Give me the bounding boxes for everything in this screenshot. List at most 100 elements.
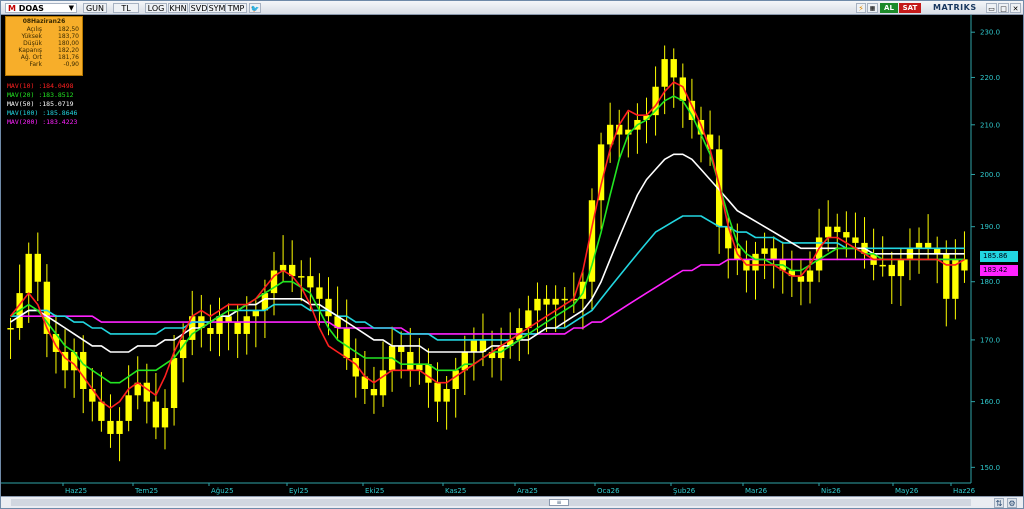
info-value: 180,00	[58, 40, 79, 47]
price-chart[interactable]: 150.0 160.0 170.0 180.0 190.0 200.0 210.0 220.0…	[1, 15, 1023, 496]
candle-body	[234, 322, 241, 334]
chart-window: M DOAS ▼ GUN TL LOG KHN SVD SYM TMP 🐦 ⚡ …	[0, 0, 1024, 509]
candle-body	[261, 293, 269, 311]
twitter-icon[interactable]: 🐦	[249, 3, 261, 13]
candle-body	[34, 253, 41, 282]
info-value: 182,50	[58, 26, 79, 33]
candle-body	[243, 316, 250, 334]
legend-name: MAV(10)	[7, 82, 35, 90]
candle-body	[298, 276, 305, 278]
x-tick-label: Oca26	[597, 487, 620, 495]
ohlc-info-box: 08Haziran26 Açılış 182,50 Yüksek 183,70 Dü…	[5, 16, 83, 76]
candle-body	[725, 226, 732, 249]
candle-body	[116, 420, 123, 434]
info-value: 182,20	[58, 47, 79, 54]
x-tick-label: Tem25	[134, 487, 158, 495]
minimize-icon[interactable]: ▭	[986, 3, 997, 13]
y-tick-label: 150.0	[980, 464, 1000, 472]
x-tick-label: Ağu25	[211, 487, 234, 495]
period-button[interactable]: GUN	[83, 3, 107, 13]
candle-body	[216, 316, 223, 334]
candle-body	[461, 351, 468, 371]
legend-mav50[interactable]: MAV(50) :185.0719	[7, 100, 77, 109]
info-value: -0,90	[63, 61, 79, 68]
candle-body	[407, 351, 414, 371]
x-tick-label: Ara25	[517, 487, 538, 495]
currency-button[interactable]: TL	[113, 3, 139, 13]
y-tick-label: 230.0	[980, 29, 1000, 37]
candle-body	[125, 395, 132, 421]
svd-button[interactable]: SVD	[189, 3, 209, 13]
candle-body	[307, 276, 314, 288]
candle-body	[552, 298, 559, 305]
candle-body	[806, 270, 814, 282]
brand-logo: MATRIKS	[933, 3, 977, 12]
close-icon[interactable]: ✕	[1010, 3, 1021, 13]
x-tick-label: Haz25	[65, 487, 87, 495]
legend-mav20[interactable]: MAV(20) :183.8512	[7, 91, 77, 100]
candle-body	[325, 298, 332, 317]
candle-body	[670, 59, 677, 78]
candle-body	[343, 328, 350, 359]
candle-body	[452, 370, 459, 389]
buy-signal-button[interactable]: AL	[880, 3, 898, 13]
y-tick-label: 220.0	[980, 74, 1000, 82]
info-value: 181,76	[58, 54, 79, 61]
x-tick-label: May26	[895, 487, 919, 495]
info-label: Ağ. Ort	[20, 54, 42, 61]
candle-body	[525, 310, 532, 329]
candle-body	[416, 364, 423, 371]
candle-body	[661, 59, 668, 87]
settings-icon[interactable]: ⚙	[1007, 498, 1017, 508]
candle-body	[897, 259, 905, 277]
candle-body	[143, 382, 150, 402]
info-label: Düşük	[23, 40, 42, 47]
candle-body	[843, 232, 850, 238]
x-tick-label: Eyl25	[289, 487, 308, 495]
candle-body	[443, 388, 450, 402]
legend-mav10[interactable]: MAV(10) :184.0498	[7, 82, 77, 91]
template-button[interactable]: TMP	[225, 3, 247, 13]
info-row: Açılış 182,50	[6, 26, 82, 33]
info-date: 08Haziran26	[22, 18, 66, 25]
info-row: Fark -0,90	[6, 61, 82, 68]
scroll-track[interactable]	[11, 499, 971, 506]
sell-signal-button[interactable]: SAT	[899, 3, 921, 13]
lightning-icon[interactable]: ⚡	[856, 3, 866, 13]
y-tick-label: 160.0	[980, 398, 1000, 406]
candle-body	[834, 226, 841, 233]
candle-body	[107, 420, 114, 434]
log-scale-button[interactable]: LOG	[145, 3, 167, 13]
symbol-selector[interactable]: M DOAS ▼	[5, 3, 77, 13]
legend-value: :185.0719	[38, 100, 74, 108]
info-row: Kapanış 182,20	[6, 47, 82, 54]
info-value: 183,70	[58, 33, 79, 40]
info-row: Yüksek 183,70	[6, 33, 82, 40]
candle-body	[470, 339, 478, 352]
candle-body	[543, 298, 550, 305]
mav100-price-badge: 185.86	[980, 251, 1018, 262]
khn-button[interactable]: KHN	[168, 3, 188, 13]
symbol-name: DOAS	[18, 4, 44, 13]
info-row: Düşük 180,00	[6, 40, 82, 47]
legend-name: MAV(200)	[7, 118, 39, 126]
candle-body	[425, 364, 432, 383]
grid-icon[interactable]: ▦	[867, 3, 878, 13]
y-tick-label: 170.0	[980, 336, 1000, 344]
candle-body	[25, 253, 32, 294]
candle-body	[80, 351, 87, 389]
candle-body	[225, 316, 232, 323]
scroll-arrow-icon[interactable]: ⇅	[994, 498, 1004, 508]
x-tick-label: Nis26	[821, 487, 841, 495]
info-label: Yüksek	[21, 33, 42, 40]
symbol-button[interactable]: SYM	[207, 3, 227, 13]
candle-body	[534, 298, 541, 311]
legend-mav100[interactable]: MAV(100) :185.8646	[7, 109, 77, 118]
maximize-icon[interactable]: □	[998, 3, 1009, 13]
legend-mav200[interactable]: MAV(200) :183.4223	[7, 118, 77, 127]
candle-body	[679, 77, 687, 101]
x-tick-label: Mar26	[745, 487, 768, 495]
horizontal-scrollbar[interactable]: ≡ ⇅ ⚙	[1, 496, 1023, 508]
scroll-thumb[interactable]: ≡	[549, 499, 569, 506]
candle-body	[152, 401, 160, 428]
